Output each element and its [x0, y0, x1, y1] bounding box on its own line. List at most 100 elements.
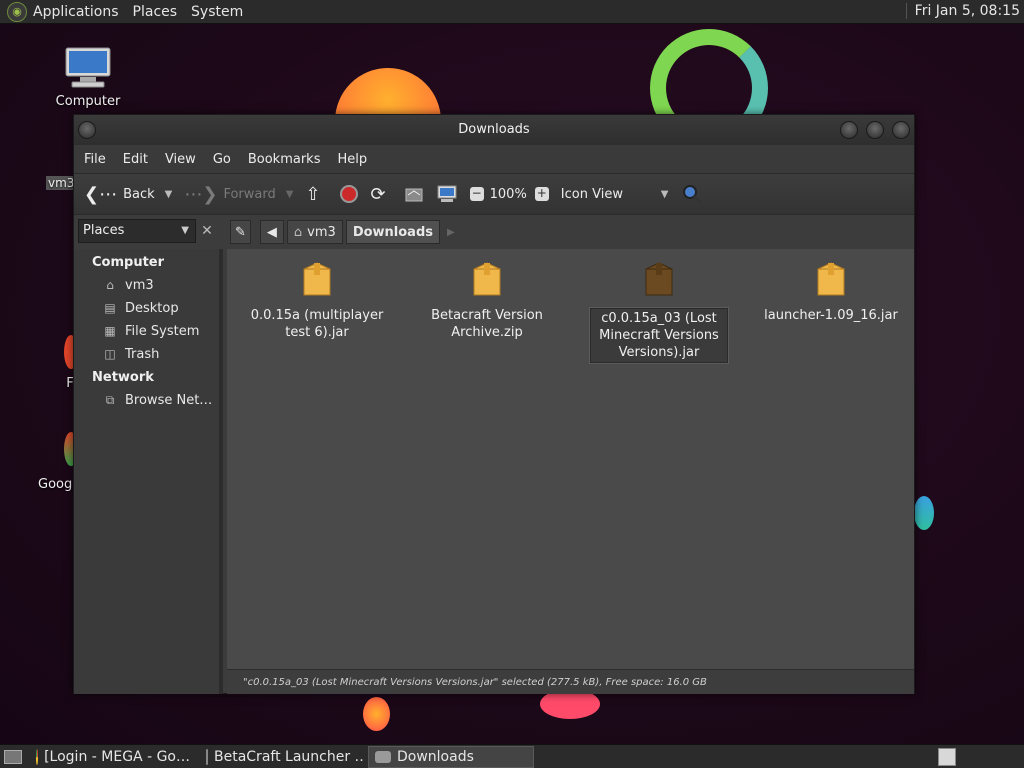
sidebar-item-label: Trash	[125, 347, 160, 362]
file-item[interactable]: Betacraft Version Archive.zip	[417, 249, 557, 341]
window-menu-button[interactable]	[78, 121, 96, 139]
folder-icon	[375, 750, 391, 763]
taskbar-item-betacraft[interactable]: BetaCraft Launcher …	[200, 746, 364, 768]
forward-label: Forward	[223, 186, 276, 202]
sidebar-item-label: Desktop	[125, 301, 179, 316]
sidebar-item-vm3[interactable]: ⌂ vm3	[74, 274, 219, 297]
sidebar-item-desktop[interactable]: ▤ Desktop	[74, 297, 219, 320]
panel-clock[interactable]: Fri Jan 5, 08:15	[905, 3, 1020, 19]
back-button[interactable]: ❮⋯ Back ▼	[84, 184, 172, 205]
file-item[interactable]: 0.0.15a (multiplayer test 6).jar	[247, 249, 387, 341]
side-pane-heading-network: Network	[92, 370, 154, 385]
view-mode-label: Icon View	[560, 186, 623, 202]
panel-menu-places[interactable]: Places	[133, 4, 178, 20]
menu-view[interactable]: View	[165, 152, 196, 167]
menu-bookmarks[interactable]: Bookmarks	[248, 152, 321, 167]
file-manager-window: Downloads File Edit View Go Bookmarks He…	[73, 114, 915, 694]
up-button[interactable]: ⇧	[305, 184, 326, 205]
chrome-icon	[36, 748, 39, 765]
trash-icon: ◫	[104, 347, 116, 361]
desktop-icon-label: Computer	[55, 94, 121, 109]
menu-file[interactable]: File	[84, 152, 106, 167]
forward-arrow-icon: ⋯❯	[184, 183, 218, 205]
breadcrumb-scroll-right-icon[interactable]: ▶	[447, 227, 455, 238]
search-button[interactable]	[681, 183, 703, 205]
bottom-taskbar: [Login - MEGA - Go… BetaCraft Launcher ……	[0, 744, 1024, 768]
show-desktop-button[interactable]	[0, 746, 26, 768]
home-icon: ⌂	[106, 278, 114, 292]
back-history-dropdown-icon[interactable]: ▼	[165, 189, 173, 200]
window-title: Downloads	[458, 122, 530, 137]
up-arrow-icon: ⇧	[305, 183, 321, 205]
sidebar-item-label: Browse Net…	[125, 393, 213, 408]
breadcrumb: ✎ ◀ ⌂ vm3 Downloads ▶	[230, 219, 455, 245]
taskbar-item-mega[interactable]: [Login - MEGA - Go…	[30, 746, 196, 768]
package-icon	[642, 261, 676, 299]
file-item-selected[interactable]: c0.0.15a_03 (Lost Minecraft Versions Ver…	[589, 249, 729, 364]
desktop-icon-vm3[interactable]: vm3	[46, 176, 74, 190]
desktop-icon-label: vm3	[46, 176, 75, 190]
taskbar-item-label: [Login - MEGA - Go…	[44, 748, 190, 765]
window-titlebar[interactable]: Downloads	[74, 115, 914, 145]
minimize-button[interactable]	[840, 121, 858, 139]
file-name: 0.0.15a (multiplayer test 6).jar	[250, 308, 384, 340]
panel-menu-system[interactable]: System	[191, 4, 243, 20]
home-icon	[405, 188, 423, 202]
desktop-icon-label: Goog	[38, 477, 73, 492]
wallpaper-shape	[363, 697, 390, 731]
panel-menu-applications[interactable]: Applications	[33, 4, 119, 20]
back-label: Back	[123, 186, 155, 202]
side-pane-heading-computer: Computer	[92, 255, 165, 270]
side-pane-selector-label: Places	[83, 223, 125, 238]
desktop-icon-computer[interactable]: Computer	[52, 46, 124, 109]
maximize-button[interactable]	[866, 121, 884, 139]
taskbar-item-downloads[interactable]: Downloads	[368, 745, 534, 768]
menu-help[interactable]: Help	[337, 152, 367, 167]
package-icon	[814, 261, 848, 299]
file-name: c0.0.15a_03 (Lost Minecraft Versions Ver…	[589, 307, 729, 364]
top-panel: ◉ Applications Places System Fri Jan 5, …	[0, 0, 1024, 24]
sidebar-item-browse-network[interactable]: ⧉ Browse Net…	[74, 389, 219, 412]
menu-edit[interactable]: Edit	[123, 152, 148, 167]
zoom-out-button[interactable]: −	[469, 187, 484, 201]
edit-location-button[interactable]: ✎	[230, 220, 251, 244]
taskbar-item-label: Downloads	[397, 748, 474, 765]
breadcrumb-vm3[interactable]: ⌂ vm3	[286, 220, 343, 244]
chevron-down-icon: ▼	[181, 225, 189, 236]
sidebar-item-label: File System	[125, 324, 200, 339]
close-side-pane-button[interactable]: ✕	[196, 219, 218, 243]
taskbar-item-label: BetaCraft Launcher …	[214, 748, 364, 765]
close-button[interactable]	[892, 121, 910, 139]
workspace-switcher[interactable]	[938, 748, 956, 766]
file-name: Betacraft Version Archive.zip	[431, 308, 543, 340]
forward-button[interactable]: ⋯❯ Forward ▼	[184, 184, 293, 205]
stop-button[interactable]	[339, 184, 359, 204]
chevron-down-icon: ▼	[660, 188, 669, 200]
show-desktop-icon	[4, 749, 22, 764]
desktop-icon-chrome[interactable]: Goog	[38, 477, 74, 492]
sidebar-item-trash[interactable]: ◫ Trash	[74, 343, 219, 366]
computer-button[interactable]	[436, 184, 458, 204]
sidebar-item-file-system[interactable]: ▦ File System	[74, 320, 219, 343]
reload-button[interactable]: ⟳	[371, 184, 392, 205]
view-mode-select[interactable]: Icon View ▼	[561, 187, 669, 202]
computer-icon	[65, 47, 111, 88]
reload-icon: ⟳	[370, 183, 386, 205]
home-button[interactable]	[404, 185, 424, 203]
wallpaper-shape	[914, 496, 934, 530]
status-bar: "c0.0.15a_03 (Lost Minecraft Versions Ve…	[227, 669, 914, 694]
back-arrow-icon: ❮⋯	[84, 183, 118, 205]
zoom-level: 100%	[489, 186, 527, 202]
forward-history-dropdown-icon[interactable]: ▼	[286, 189, 294, 200]
file-item[interactable]: launcher-1.09_16.jar	[761, 249, 901, 324]
menu-go[interactable]: Go	[213, 152, 231, 167]
distro-logo-icon[interactable]: ◉	[7, 1, 27, 22]
zoom-in-icon: +	[534, 186, 549, 201]
icon-view[interactable]: 0.0.15a (multiplayer test 6).jar Betacra…	[227, 249, 914, 669]
file-name: launcher-1.09_16.jar	[764, 308, 898, 323]
breadcrumb-downloads[interactable]: Downloads	[345, 220, 441, 244]
side-pane-selector[interactable]: Places ▼	[78, 219, 196, 243]
breadcrumb-scroll-left-icon[interactable]: ◀	[259, 220, 284, 244]
zoom-in-button[interactable]: +	[534, 186, 549, 201]
java-icon	[206, 748, 208, 765]
